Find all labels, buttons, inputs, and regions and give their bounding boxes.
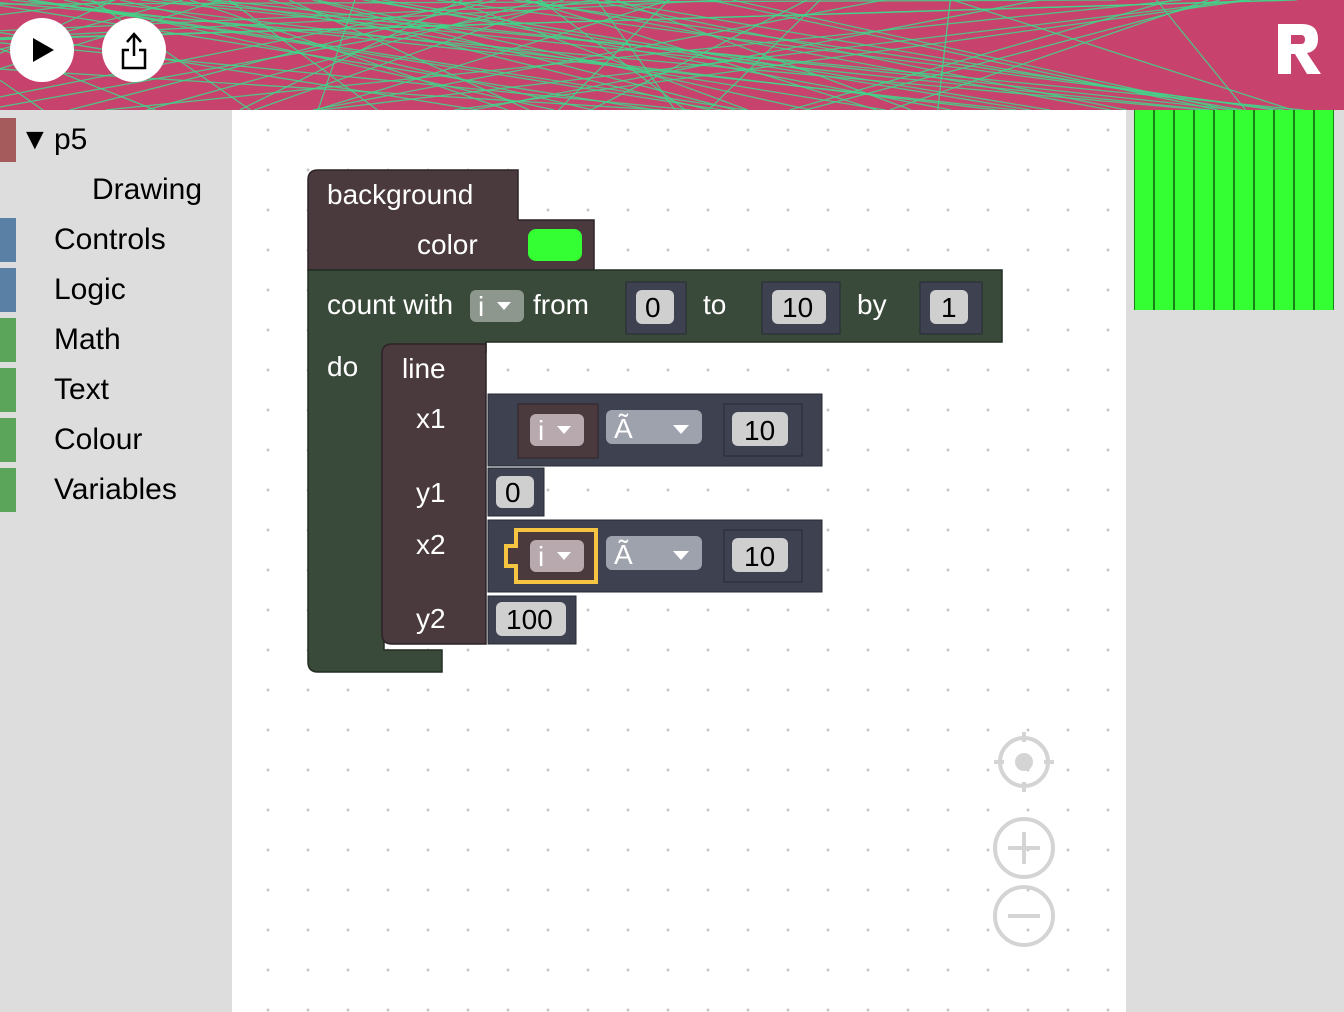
x1-arithmetic-block[interactable]: i Ã 10 xyxy=(487,393,823,467)
workspace-controls xyxy=(993,732,1055,947)
share-icon xyxy=(121,32,147,70)
y1-label: y1 xyxy=(416,477,446,508)
variable-name: i xyxy=(478,291,484,322)
to-value: 10 xyxy=(782,292,813,323)
category-controls[interactable]: Controls xyxy=(0,218,232,262)
y2-label: y2 xyxy=(416,603,446,634)
header-decoration-line xyxy=(239,0,463,110)
category-label: Colour xyxy=(54,423,143,456)
category-variables[interactable]: Variables xyxy=(0,468,232,512)
x2-variable-name: i xyxy=(538,541,544,572)
category-color-bar xyxy=(0,468,16,512)
to-label: to xyxy=(703,289,726,320)
variable-dropdown[interactable]: i xyxy=(470,290,524,322)
background-color-label: color xyxy=(417,229,478,260)
expand-triangle-icon[interactable]: ▼ xyxy=(20,123,50,157)
line-block[interactable]: line x1 y1 x2 y2 xyxy=(381,343,487,645)
category-label: Math xyxy=(54,323,121,356)
logo-icon xyxy=(1278,24,1321,74)
do-label: do xyxy=(327,351,358,382)
background-block-title: background xyxy=(327,179,473,210)
sketch-canvas xyxy=(1134,110,1334,310)
header xyxy=(0,0,1344,110)
zoom-in-button[interactable] xyxy=(993,817,1055,879)
category-color-bar xyxy=(0,218,16,262)
background-block[interactable]: background color xyxy=(307,169,595,271)
category-label: Variables xyxy=(54,473,177,506)
y1-value: 0 xyxy=(505,477,521,508)
x1-operator: Ã xyxy=(614,413,633,444)
category-math[interactable]: Math xyxy=(0,318,232,362)
play-button[interactable] xyxy=(10,18,74,82)
x1-label: x1 xyxy=(416,403,446,434)
y2-value: 100 xyxy=(506,604,553,635)
header-decoration-line xyxy=(1155,0,1247,110)
x2-arithmetic-block[interactable]: i Ã 10 xyxy=(487,519,823,593)
toolbox: ▼ p5 Drawing Controls Logic Math Text Co… xyxy=(0,110,232,1012)
category-color-bar xyxy=(0,418,16,462)
category-label: Logic xyxy=(54,273,126,306)
category-label: Drawing xyxy=(92,173,203,206)
x1-value: 10 xyxy=(744,415,775,446)
x2-value: 10 xyxy=(744,541,775,572)
category-color-bar xyxy=(0,268,16,312)
header-decoration-line xyxy=(952,0,1293,110)
by-value: 1 xyxy=(941,292,957,323)
from-label: from xyxy=(533,289,589,320)
x1-variable-name: i xyxy=(538,415,544,446)
from-value: 0 xyxy=(645,292,661,323)
share-button[interactable] xyxy=(102,18,166,82)
category-text[interactable]: Text xyxy=(0,368,232,412)
zoom-out-button[interactable] xyxy=(993,885,1055,947)
recenter-button[interactable] xyxy=(994,732,1054,792)
category-colour[interactable]: Colour xyxy=(0,418,232,462)
count-with-label: count with xyxy=(327,289,453,320)
header-decoration-line xyxy=(732,0,1230,110)
category-label: Text xyxy=(54,373,110,406)
category-logic[interactable]: Logic xyxy=(0,268,232,312)
category-label: Controls xyxy=(54,223,166,256)
line-block-title: line xyxy=(402,353,446,384)
category-p5[interactable]: ▼ p5 xyxy=(0,118,232,162)
x2-operator: Ã xyxy=(614,539,633,570)
by-label: by xyxy=(857,289,887,320)
color-swatch[interactable] xyxy=(528,229,582,261)
category-color-bar xyxy=(0,318,16,362)
category-label: p5 xyxy=(54,123,88,156)
x2-label: x2 xyxy=(416,529,446,560)
category-color-bar xyxy=(0,368,16,412)
preview-panel xyxy=(1126,110,1344,1012)
category-color-bar xyxy=(0,118,16,162)
y2-number-block[interactable]: 100 xyxy=(487,595,577,645)
category-drawing[interactable]: Drawing xyxy=(0,168,232,212)
play-icon xyxy=(33,38,54,62)
header-decoration xyxy=(0,0,1304,110)
y1-number-block[interactable]: 0 xyxy=(487,467,545,517)
